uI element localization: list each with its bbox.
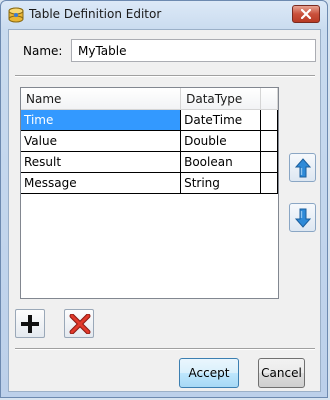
name-field[interactable]	[71, 39, 316, 62]
title-bar[interactable]: Table Definition Editor	[1, 1, 329, 29]
add-row-button[interactable]	[15, 309, 45, 338]
dialog-window: Table Definition Editor Name: Name DataT…	[0, 0, 328, 398]
move-down-button[interactable]	[289, 203, 316, 232]
row-filler	[260, 130, 278, 152]
cell-datatype[interactable]: DateTime	[180, 109, 262, 131]
cancel-button[interactable]: Cancel	[258, 358, 305, 388]
window-title: Table Definition Editor	[29, 7, 162, 21]
cell-name[interactable]: Time	[21, 109, 182, 131]
cell-datatype[interactable]: Boolean	[180, 151, 262, 173]
grid-header: Name DataType	[21, 88, 278, 110]
accept-button[interactable]: Accept	[179, 358, 239, 388]
table-row[interactable]: Message String	[21, 172, 278, 194]
move-up-button[interactable]	[289, 153, 316, 182]
cell-name[interactable]: Value	[21, 130, 182, 152]
table-definition-icon	[7, 7, 25, 23]
dialog-content: Name: Name DataType Time DateTime	[8, 29, 321, 392]
column-header-filler	[260, 88, 278, 110]
separator-top	[15, 75, 315, 77]
row-filler	[260, 172, 278, 194]
table-row[interactable]: Result Boolean	[21, 151, 278, 173]
cell-datatype[interactable]: String	[180, 172, 262, 194]
close-button[interactable]	[292, 5, 320, 23]
delete-row-button[interactable]	[64, 309, 94, 338]
cell-name[interactable]: Result	[21, 151, 182, 173]
cell-name[interactable]: Message	[21, 172, 182, 194]
table-row[interactable]: Time DateTime	[21, 109, 278, 131]
field-grid[interactable]: Name DataType Time DateTime Value Double	[20, 87, 279, 299]
column-header-name[interactable]: Name	[21, 88, 182, 110]
column-header-datatype[interactable]: DataType	[180, 88, 262, 110]
name-label: Name:	[23, 44, 63, 58]
separator-bottom	[15, 348, 315, 350]
row-filler	[260, 109, 278, 131]
row-filler	[260, 151, 278, 173]
cell-datatype[interactable]: Double	[180, 130, 262, 152]
table-row[interactable]: Value Double	[21, 130, 278, 152]
